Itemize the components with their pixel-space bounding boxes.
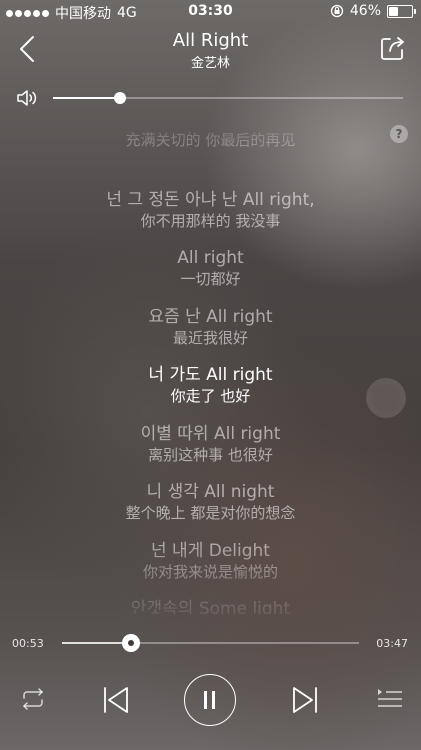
lyric-line[interactable]: 充满关切的 你最后的再见: [0, 130, 421, 150]
lyric-korean: 너 가도 All right: [148, 365, 273, 385]
current-time: 00:53: [12, 637, 44, 650]
lyric-line[interactable]: 이별 따위 All right 离别这种事 也很好: [0, 423, 421, 465]
floating-assistive-button[interactable]: [366, 378, 406, 418]
status-right: 46%: [330, 3, 416, 19]
rotation-lock-icon: [330, 4, 344, 18]
volume-slider[interactable]: [53, 92, 403, 104]
player-header: All Right 金艺林: [0, 28, 421, 72]
lyric-line[interactable]: 안갯속의 Some light迷雾中的一束光亮: [0, 598, 421, 614]
repeat-icon[interactable]: [18, 686, 48, 712]
speaker-icon: [17, 90, 37, 106]
progress-fill: [62, 642, 132, 644]
lyrics-panel[interactable]: 充满关切的 你最后的再见 넌 그 정돈 아냐 난 All right, 你不用那样的…: [0, 126, 421, 614]
battery-percent: 46%: [349, 3, 381, 19]
lyric-line[interactable]: 넌 그 정돈 아냐 난 All right, 你不用那样的 我没事: [0, 189, 421, 231]
battery-icon: [387, 4, 416, 18]
next-track-icon[interactable]: [289, 684, 321, 716]
pause-button[interactable]: [184, 674, 236, 726]
lyric-line[interactable]: 넌 내게 Delight 你对我来说是愉悦的: [0, 540, 421, 582]
playlist-icon[interactable]: [376, 686, 404, 712]
previous-track-icon[interactable]: [100, 684, 132, 716]
volume-control: [0, 86, 421, 110]
lyric-korean: 안갯속의 Some light: [130, 599, 291, 614]
volume-fill: [53, 97, 120, 99]
pause-icon-bar: [212, 691, 215, 709]
status-bar: 中国移动 4G 03:30 46%: [0, 0, 421, 22]
lyric-chinese: 整个晚上 都是对你的想念: [125, 504, 296, 522]
playback-progress: 00:53 03:47: [0, 630, 421, 656]
lyric-korean: 이별 따위 All right: [140, 423, 281, 444]
lyric-korean: 넌 내게 Delight: [151, 540, 270, 561]
lyric-line[interactable]: 요즘 난 All right 最近我很好: [0, 306, 421, 348]
lyric-korean: All right: [177, 248, 244, 268]
lyric-line[interactable]: All right 一切都好: [0, 247, 421, 289]
lyric-korean: 요즘 난 All right: [148, 306, 273, 327]
lyric-chinese: 你对我来说是愉悦的: [142, 562, 278, 581]
lyric-korean: 니 생각 All night: [146, 482, 275, 502]
volume-thumb[interactable]: [113, 92, 126, 104]
lyric-chinese: 最近我很好: [172, 328, 248, 347]
total-time: 03:47: [376, 637, 408, 650]
pause-icon: [204, 691, 207, 709]
share-icon[interactable]: [379, 34, 407, 62]
lyric-line[interactable]: 니 생각 All night 整个晚上 都是对你的想念: [0, 481, 421, 523]
lyric-chinese: 你走了 也好: [170, 387, 251, 405]
artist-name: 金艺林: [190, 56, 230, 71]
lyric-chinese: 你不用那样的 我没事: [140, 211, 281, 230]
lyric-chinese: 离别这种事 也很好: [148, 445, 273, 464]
lyric-chinese: 充满关切的 你最后的再见: [125, 131, 296, 149]
battery-fill: [389, 6, 399, 16]
progress-slider[interactable]: [62, 634, 359, 652]
playback-controls: [0, 670, 421, 730]
lyric-chinese: 一切都好: [180, 270, 241, 288]
lyric-line[interactable]: 너 가도 All right 你走了 也好: [0, 364, 421, 406]
song-title: All Right: [172, 30, 249, 51]
progress-thumb[interactable]: [122, 634, 141, 652]
lyric-korean: 넌 그 정돈 아냐 난 All right,: [106, 189, 315, 210]
